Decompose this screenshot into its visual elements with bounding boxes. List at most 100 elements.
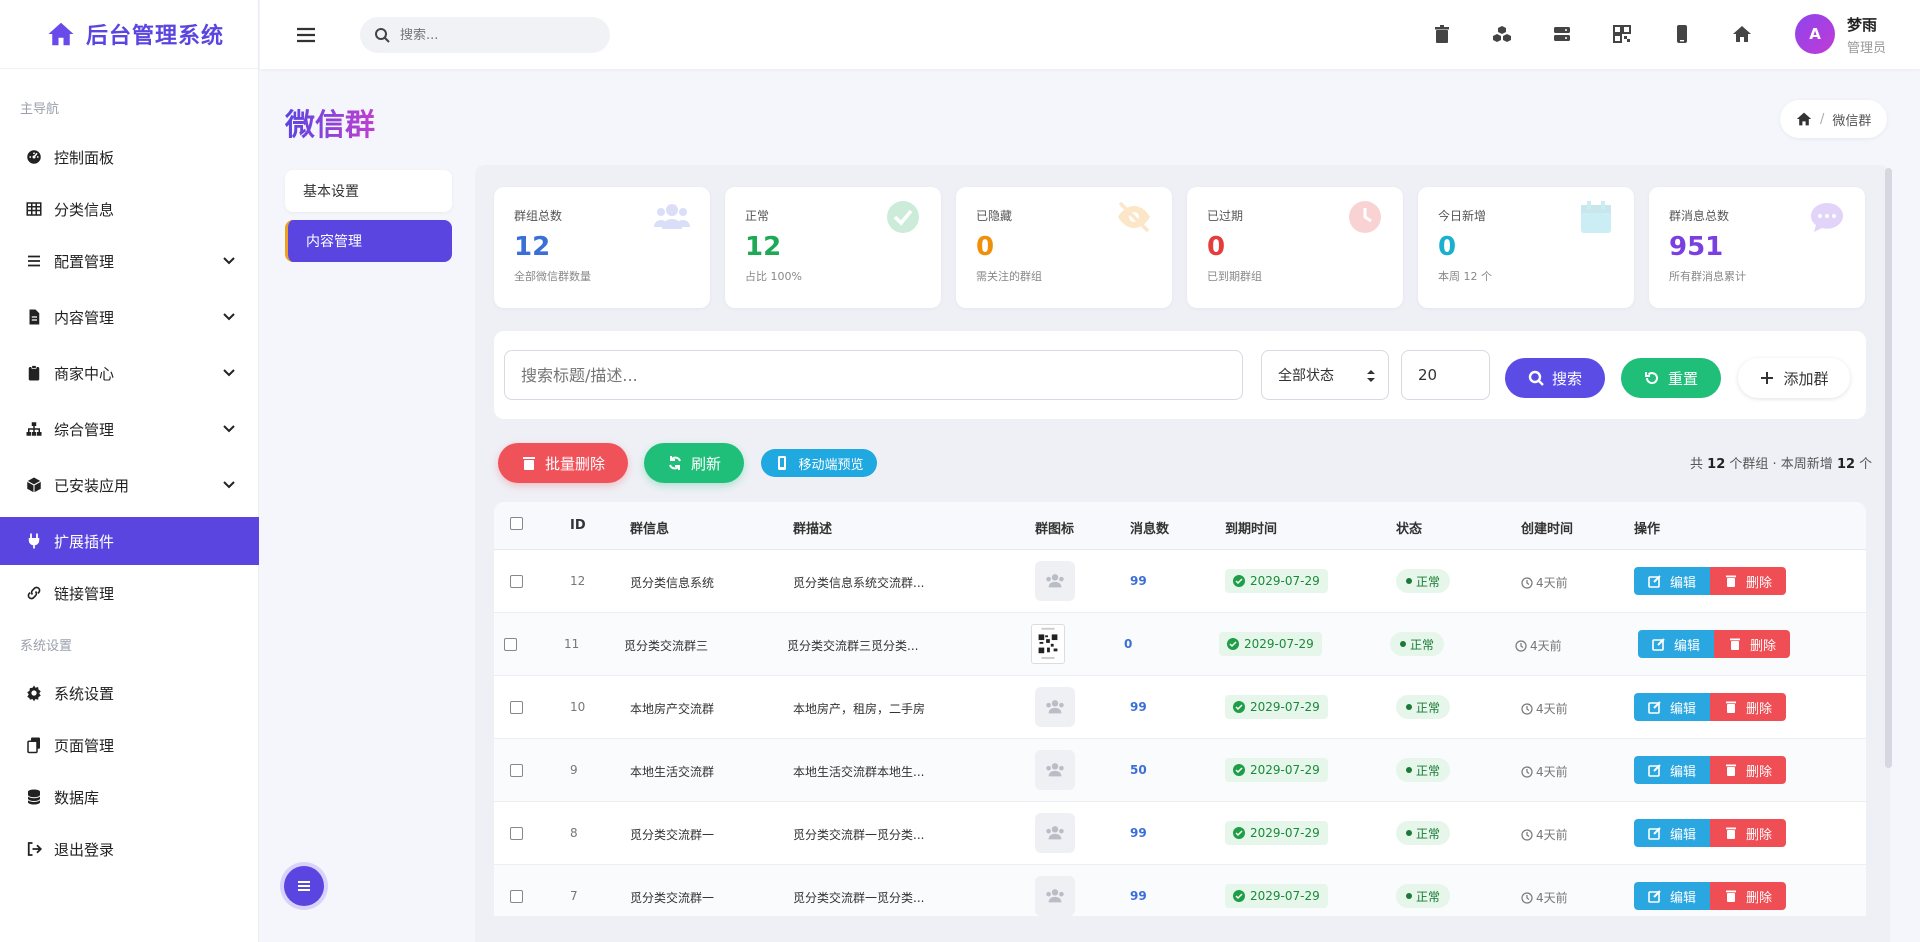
delete-button[interactable]: 删除 bbox=[1710, 882, 1787, 910]
top-search-input[interactable] bbox=[400, 27, 580, 43]
mobile-preview-button[interactable]: 移动端预览 bbox=[761, 449, 877, 477]
refresh-button[interactable]: 刷新 bbox=[644, 443, 744, 483]
qrcode-icon[interactable] bbox=[1612, 24, 1632, 44]
subnav-basic-settings[interactable]: 基本设置 bbox=[285, 170, 452, 212]
stat-card-hidden: 已隐藏 0 需关注的群组 bbox=[956, 187, 1172, 308]
home-icon[interactable] bbox=[1732, 24, 1752, 44]
row-checkbox[interactable] bbox=[510, 890, 523, 903]
table-row: 7 觅分类交流群一 觅分类交流群一觅分类... 99 2029-07-29 正常 4天前 编辑… bbox=[494, 865, 1866, 916]
sidebar-item-settings[interactable]: 系统设置 bbox=[0, 669, 259, 717]
reset-button[interactable]: 重置 bbox=[1621, 358, 1721, 398]
row-message-count: 50 bbox=[1130, 763, 1147, 777]
eye-slash-icon bbox=[1118, 201, 1150, 233]
table-row: 8 觅分类交流群一 觅分类交流群一觅分类... 99 2029-07-29 正常 4天前 编辑… bbox=[494, 802, 1866, 865]
sidebar-item-links[interactable]: 链接管理 bbox=[0, 569, 259, 617]
sidebar-item-general[interactable]: 综合管理 bbox=[0, 405, 259, 453]
delete-button[interactable]: 删除 bbox=[1710, 693, 1787, 721]
app-logo[interactable]: 后台管理系统 bbox=[0, 0, 258, 69]
edit-button[interactable]: 编辑 bbox=[1638, 630, 1715, 658]
delete-button[interactable]: 删除 bbox=[1710, 756, 1787, 784]
main-nav-section-title: 主导航 bbox=[20, 102, 60, 117]
sidebar-item-dashboard[interactable]: 控制面板 bbox=[0, 133, 259, 181]
edit-button[interactable]: 编辑 bbox=[1634, 567, 1711, 595]
add-group-button[interactable]: 添加群 bbox=[1738, 358, 1850, 398]
stat-value: 12 bbox=[514, 232, 551, 262]
hamburger-icon[interactable] bbox=[295, 24, 317, 46]
sidebar-item-pages[interactable]: 页面管理 bbox=[0, 721, 259, 769]
sidebar-item-logout[interactable]: 退出登录 bbox=[0, 825, 259, 873]
subnav-content-manage[interactable]: 内容管理 bbox=[285, 220, 452, 262]
edit-button[interactable]: 编辑 bbox=[1634, 693, 1711, 721]
select-all-checkbox[interactable] bbox=[510, 517, 523, 530]
user-name: 梦雨 bbox=[1847, 16, 1878, 34]
row-id: 12 bbox=[570, 574, 586, 588]
scrollbar[interactable] bbox=[1885, 168, 1892, 768]
sidebar-item-label: 内容管理 bbox=[54, 308, 115, 327]
row-group-name: 觅分类交流群三 bbox=[624, 639, 709, 653]
sidebar-item-apps[interactable]: 已安装应用 bbox=[0, 461, 259, 509]
sidebar-item-label: 已安装应用 bbox=[54, 476, 130, 495]
users-icon bbox=[1044, 759, 1066, 781]
users-icon bbox=[1044, 696, 1066, 718]
box-icon bbox=[24, 475, 44, 495]
row-expire-date: 2029-07-29 bbox=[1225, 821, 1328, 845]
edit-icon bbox=[1652, 638, 1665, 651]
keyword-search-input[interactable] bbox=[504, 350, 1243, 400]
batch-delete-button[interactable]: 批量删除 bbox=[498, 443, 628, 483]
page-size-input[interactable]: 20 bbox=[1401, 350, 1490, 400]
undo-icon bbox=[1644, 372, 1658, 385]
row-checkbox[interactable] bbox=[504, 638, 517, 651]
sidebar-item-label: 退出登录 bbox=[54, 840, 115, 859]
sidebar-item-label: 配置管理 bbox=[54, 252, 115, 271]
sidebar-item-label: 数据库 bbox=[54, 788, 100, 807]
delete-button[interactable]: 删除 bbox=[1714, 630, 1791, 658]
mobile-icon[interactable] bbox=[1672, 24, 1692, 44]
cubes-icon[interactable] bbox=[1492, 24, 1512, 44]
chevron-down-icon bbox=[223, 425, 235, 433]
row-actions: 编辑 删除 bbox=[1634, 819, 1787, 847]
row-id: 9 bbox=[570, 763, 578, 777]
check-circle-icon bbox=[1233, 575, 1245, 587]
search-button[interactable]: 搜索 bbox=[1505, 358, 1605, 398]
edit-button[interactable]: 编辑 bbox=[1634, 882, 1711, 910]
search-icon bbox=[375, 28, 390, 43]
sidebar-item-category[interactable]: 分类信息 bbox=[0, 185, 259, 233]
sidebar-item-plugins[interactable]: 扩展插件 bbox=[0, 517, 259, 565]
chevron-down-icon bbox=[223, 257, 235, 265]
trash-icon bbox=[1726, 575, 1737, 587]
status-select[interactable]: 全部状态 bbox=[1261, 350, 1389, 400]
edit-icon bbox=[1648, 575, 1661, 588]
row-checkbox[interactable] bbox=[510, 575, 523, 588]
row-message-count: 99 bbox=[1130, 889, 1147, 903]
edit-icon bbox=[1648, 827, 1661, 840]
delete-button[interactable]: 删除 bbox=[1710, 819, 1787, 847]
trash-icon[interactable] bbox=[1432, 24, 1452, 44]
home-icon[interactable] bbox=[1796, 111, 1812, 127]
sidebar-item-database[interactable]: 数据库 bbox=[0, 773, 259, 821]
stat-card-messages: 群消息总数 951 所有群消息累计 bbox=[1649, 187, 1865, 308]
clock-icon bbox=[1521, 576, 1533, 589]
floating-menu-button[interactable] bbox=[284, 866, 324, 906]
sidebar-item-config[interactable]: 配置管理 bbox=[0, 237, 259, 285]
chat-icon bbox=[1811, 203, 1843, 232]
chevron-down-icon bbox=[223, 313, 235, 321]
row-checkbox[interactable] bbox=[510, 827, 523, 840]
edit-button[interactable]: 编辑 bbox=[1634, 819, 1711, 847]
clock-icon bbox=[1521, 828, 1533, 841]
row-group-desc: 本地生活交流群本地生... bbox=[793, 765, 925, 779]
stat-value: 12 bbox=[745, 232, 782, 262]
sidebar-item-content[interactable]: 内容管理 bbox=[0, 293, 259, 341]
edit-button[interactable]: 编辑 bbox=[1634, 756, 1711, 784]
avatar[interactable]: A bbox=[1795, 14, 1835, 54]
row-checkbox[interactable] bbox=[510, 701, 523, 714]
sidebar-item-label: 控制面板 bbox=[54, 148, 115, 167]
top-search[interactable] bbox=[360, 17, 610, 53]
row-checkbox[interactable] bbox=[510, 764, 523, 777]
sidebar-item-merchant[interactable]: 商家中心 bbox=[0, 349, 259, 397]
delete-button[interactable]: 删除 bbox=[1710, 567, 1787, 595]
trash-icon bbox=[1726, 827, 1737, 839]
clock-icon bbox=[1521, 765, 1533, 778]
server-icon[interactable] bbox=[1552, 24, 1572, 44]
group-qr-image[interactable] bbox=[1031, 624, 1065, 664]
sidebar-item-label: 扩展插件 bbox=[54, 532, 115, 551]
